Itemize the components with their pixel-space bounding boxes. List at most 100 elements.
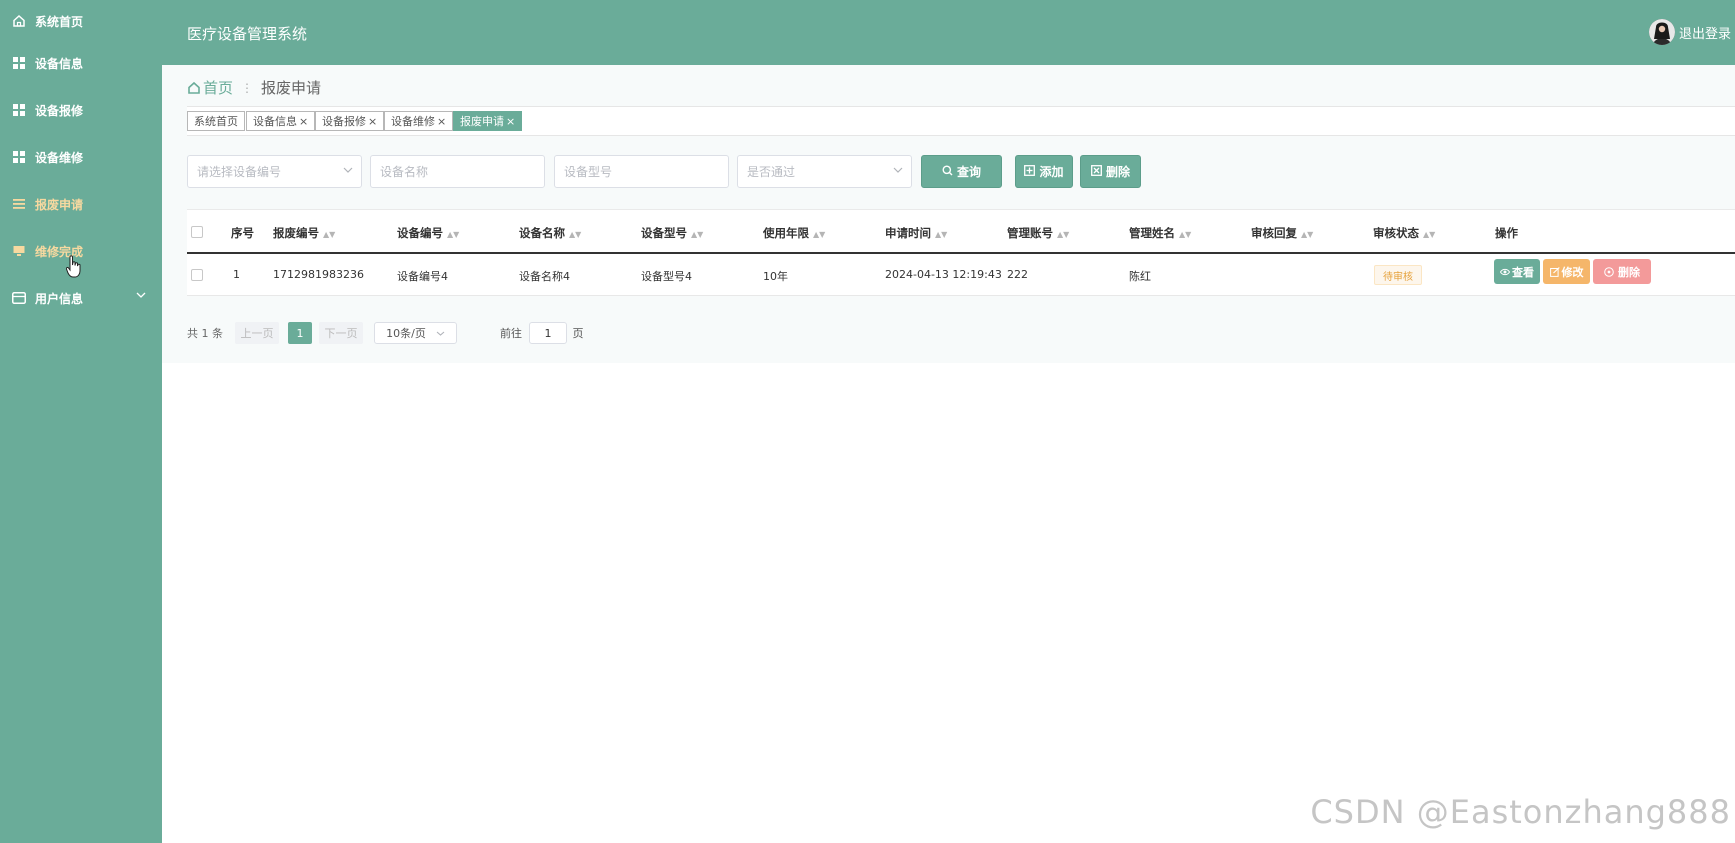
- passed-select[interactable]: 是否通过: [737, 155, 912, 188]
- delete-label: 删除: [1618, 265, 1640, 279]
- close-icon[interactable]: ×: [437, 115, 446, 128]
- tag-device-report[interactable]: 设备报修 ×: [315, 111, 385, 131]
- cell-account: 222: [1007, 268, 1028, 281]
- prev-page-button[interactable]: 上一页: [235, 322, 279, 344]
- col-header-sortable[interactable]: 设备名称 ▲▼: [519, 225, 581, 241]
- breadcrumb-current: 报废申请: [261, 79, 322, 97]
- cell-index: 1: [233, 268, 240, 281]
- tags-bar: 系统首页 设备信息 × 设备报修 × 设备维修 × 报废申请 ×: [187, 106, 1735, 136]
- add-label: 添加: [1039, 165, 1064, 179]
- sidebar: 系统首页 设备信息 设备报修 设备维修 报废申请 维修完成 用户信息: [0, 0, 162, 843]
- sidebar-item-device-repair[interactable]: 设备维修: [0, 137, 162, 177]
- page-number-button[interactable]: 1: [288, 322, 312, 344]
- col-header-label: 审核回复: [1251, 226, 1297, 240]
- tag-home[interactable]: 系统首页: [187, 111, 245, 131]
- sort-icon[interactable]: ▲▼: [569, 230, 581, 239]
- col-header-label: 申请时间: [885, 226, 931, 240]
- sort-icon[interactable]: ▲▼: [691, 230, 703, 239]
- tag-scrap-apply[interactable]: 报废申请 ×: [453, 111, 523, 131]
- home-icon: [187, 81, 201, 95]
- grid-icon: [12, 150, 26, 164]
- sort-icon[interactable]: ▲▼: [1057, 230, 1069, 239]
- query-button[interactable]: 查询: [921, 155, 1002, 188]
- select-all-checkbox[interactable]: [191, 226, 203, 238]
- col-header-sortable[interactable]: 设备编号 ▲▼: [397, 225, 459, 241]
- col-header: 序号: [231, 226, 254, 240]
- col-header-label: 管理姓名: [1129, 226, 1175, 240]
- avatar[interactable]: [1649, 19, 1675, 45]
- table-header: 序号 报废编号 ▲▼ 设备编号 ▲▼ 设备名称 ▲▼ 设备型号 ▲▼ 使用年限 ▲▼ 申请…: [187, 209, 1735, 254]
- sort-icon[interactable]: ▲▼: [1423, 230, 1435, 239]
- page-size-select[interactable]: 10条/页: [374, 322, 457, 344]
- sidebar-item-device-info[interactable]: 设备信息: [0, 43, 162, 83]
- hand-cursor-icon: [65, 255, 82, 279]
- view-button[interactable]: 查看: [1494, 259, 1540, 284]
- chevron-down-icon: [436, 330, 445, 337]
- batch-delete-button[interactable]: 删除: [1080, 155, 1141, 188]
- edit-label: 修改: [1561, 265, 1584, 279]
- plus-square-icon: [1024, 164, 1036, 179]
- grid-icon: [12, 103, 26, 117]
- goto-page-input[interactable]: 1: [529, 322, 567, 344]
- chevron-down-icon: [893, 166, 903, 177]
- passed-placeholder: 是否通过: [747, 165, 796, 179]
- sidebar-item-user-info[interactable]: 用户信息: [0, 278, 162, 318]
- breadcrumb-separator-icon: ⋮: [241, 80, 254, 95]
- device-no-select[interactable]: 请选择设备编号: [187, 155, 362, 188]
- chevron-down-icon: [343, 166, 353, 177]
- sort-icon[interactable]: ▲▼: [935, 230, 947, 239]
- sidebar-item-label: 设备维修: [35, 150, 84, 165]
- device-model-placeholder: 设备型号: [564, 165, 613, 179]
- sidebar-item-label: 系统首页: [35, 14, 84, 29]
- page-size-value: 10条/页: [386, 327, 426, 340]
- top-bar: 医疗设备管理系统 退出登录: [162, 0, 1735, 65]
- cell-device-name: 设备名称4: [519, 270, 570, 283]
- row-checkbox[interactable]: [191, 269, 203, 281]
- sidebar-item-scrap-apply[interactable]: 报废申请: [0, 184, 162, 224]
- page-unit-label: 页: [572, 327, 584, 340]
- table-row[interactable]: 1 1712981983236 设备编号4 设备名称4 设备型号4 10年 20…: [187, 254, 1735, 296]
- sort-icon[interactable]: ▲▼: [323, 230, 335, 239]
- tag-device-repair[interactable]: 设备维修 ×: [384, 111, 454, 131]
- col-header-sortable[interactable]: 申请时间 ▲▼: [885, 225, 947, 241]
- cell-device-model: 设备型号4: [641, 270, 692, 283]
- cell-device-no: 设备编号4: [397, 270, 448, 283]
- device-name-input[interactable]: 设备名称: [370, 155, 545, 188]
- monitor-icon: [12, 244, 26, 258]
- col-header-label: 设备名称: [519, 226, 565, 240]
- sidebar-item-home[interactable]: 系统首页: [0, 1, 162, 41]
- search-icon: [942, 165, 953, 179]
- col-header-sortable[interactable]: 使用年限 ▲▼: [763, 225, 825, 241]
- tag-label: 报废申请: [460, 115, 504, 128]
- col-header-sortable[interactable]: 审核状态 ▲▼: [1373, 225, 1435, 241]
- sidebar-item-device-report[interactable]: 设备报修: [0, 90, 162, 130]
- close-icon[interactable]: ×: [299, 115, 308, 128]
- sidebar-item-label: 设备报修: [35, 103, 84, 118]
- col-header-sortable[interactable]: 管理账号 ▲▼: [1007, 225, 1069, 241]
- col-header-sortable[interactable]: 管理姓名 ▲▼: [1129, 225, 1191, 241]
- delete-button[interactable]: 删除: [1593, 259, 1651, 284]
- cell-scrap-no: 1712981983236: [273, 268, 364, 281]
- breadcrumb-home[interactable]: 首页: [187, 77, 233, 98]
- sidebar-item-label: 报废申请: [35, 197, 84, 212]
- sort-icon[interactable]: ▲▼: [447, 230, 459, 239]
- sort-icon[interactable]: ▲▼: [1179, 230, 1191, 239]
- col-header: 操作: [1495, 226, 1518, 240]
- tag-device-info[interactable]: 设备信息 ×: [246, 111, 316, 131]
- close-icon[interactable]: ×: [368, 115, 377, 128]
- sort-icon[interactable]: ▲▼: [1301, 230, 1313, 239]
- cell-manager: 陈红: [1129, 270, 1151, 283]
- col-header-sortable[interactable]: 设备型号 ▲▼: [641, 225, 703, 241]
- watermark: CSDN @Eastonzhang888: [1310, 793, 1731, 831]
- edit-button[interactable]: 修改: [1543, 259, 1590, 284]
- app-title: 医疗设备管理系统: [187, 25, 308, 43]
- sort-icon[interactable]: ▲▼: [813, 230, 825, 239]
- col-header-sortable[interactable]: 审核回复 ▲▼: [1251, 225, 1313, 241]
- tag-label: 设备报修: [322, 115, 366, 128]
- device-model-input[interactable]: 设备型号: [554, 155, 729, 188]
- logout-link[interactable]: 退出登录: [1679, 23, 1731, 42]
- close-icon[interactable]: ×: [506, 115, 515, 128]
- add-button[interactable]: 添加: [1015, 155, 1073, 188]
- next-page-button[interactable]: 下一页: [319, 322, 363, 344]
- col-header-sortable[interactable]: 报废编号 ▲▼: [273, 225, 335, 241]
